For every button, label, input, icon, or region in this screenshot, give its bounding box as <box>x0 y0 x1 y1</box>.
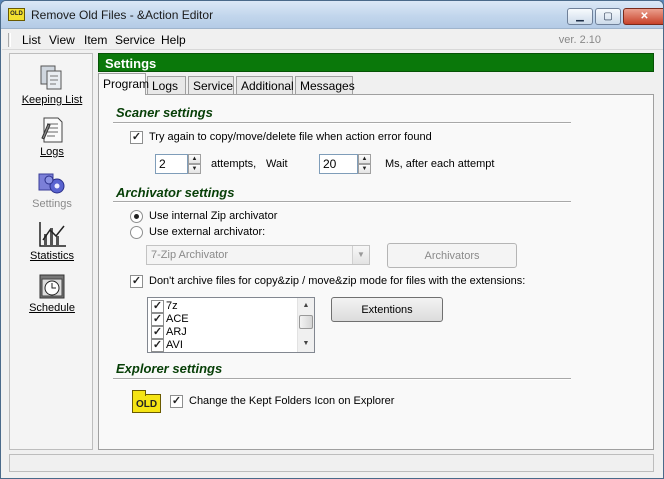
scroll-up-icon[interactable]: ▲ <box>298 298 314 314</box>
wait-input[interactable]: 20 <box>319 154 358 174</box>
sidebar-label-schedule: Schedule <box>29 302 75 314</box>
app-window: OLD Remove Old Files - &Action Editor ▁ … <box>0 0 664 479</box>
external-archivator-label: Use external archivator: <box>149 226 266 238</box>
old-folder-icon: OLD <box>132 390 161 413</box>
menu-bar: List View Item Service Help ver. 2.10 <box>2 30 663 50</box>
program-tab-panel: Scaner settings ✓ Try again to copy/move… <box>98 94 654 450</box>
tab-strip: Program Logs Service Additional Messages <box>98 73 654 95</box>
extension-checkbox[interactable]: ✓ <box>151 339 164 352</box>
extension-checkbox[interactable]: ✓ <box>151 326 164 339</box>
extension-label: 7z <box>166 300 178 312</box>
sidebar-label-logs: Logs <box>40 146 64 158</box>
title-bar[interactable]: OLD Remove Old Files - &Action Editor ▁ … <box>1 1 663 29</box>
wait-suffix-label: Ms, after each attempt <box>385 158 495 170</box>
sidebar-item-keeping-list[interactable]: Keeping List <box>10 60 94 112</box>
extension-label: AVI <box>166 339 183 351</box>
list-item[interactable]: ✓ ACE <box>151 313 291 326</box>
extensions-list[interactable]: ✓ 7z ✓ ACE ✓ ARJ ✓ AVI ▲ ▼ <box>147 297 315 353</box>
retry-label: Try again to copy/move/delete file when … <box>149 131 432 143</box>
attempts-label: attempts, <box>211 158 257 170</box>
extension-checkbox[interactable]: ✓ <box>151 313 164 326</box>
menu-list[interactable]: List <box>22 33 41 47</box>
sidebar-item-schedule[interactable]: Schedule <box>10 268 94 320</box>
archivator-settings-title: Archivator settings <box>116 185 235 200</box>
external-archivator-select[interactable]: 7-Zip Archivator ▼ <box>146 245 370 265</box>
clock-calendar-icon <box>36 272 68 300</box>
spin-up-icon[interactable]: ▲ <box>188 154 201 164</box>
scroll-down-icon[interactable]: ▼ <box>298 336 314 352</box>
explorer-settings-title: Explorer settings <box>116 361 223 376</box>
extension-label: ACE <box>166 313 189 325</box>
spin-down-icon[interactable]: ▼ <box>188 164 201 174</box>
settings-header: Settings <box>98 53 654 72</box>
extensions-scrollbar[interactable]: ▲ ▼ <box>297 298 314 352</box>
spin-up-icon[interactable]: ▲ <box>358 154 371 164</box>
status-bar <box>9 454 654 472</box>
external-archivator-value: 7-Zip Archivator <box>151 249 229 261</box>
log-document-icon <box>36 116 68 144</box>
sidebar-label-settings: Settings <box>32 198 72 210</box>
archivator-divider <box>113 201 571 203</box>
tab-additional[interactable]: Additional <box>236 76 294 95</box>
window-title: Remove Old Files - &Action Editor <box>31 8 214 22</box>
app-icon: OLD <box>8 8 25 21</box>
sidebar: Keeping List Logs Settings Statistics Sc… <box>9 53 93 450</box>
gears-icon <box>36 168 68 196</box>
spin-down-icon[interactable]: ▼ <box>358 164 371 174</box>
archivators-button[interactable]: Archivators <box>387 243 517 268</box>
extension-checkbox[interactable]: ✓ <box>151 300 164 313</box>
menu-view[interactable]: View <box>49 33 75 47</box>
retry-checkbox[interactable]: ✓ <box>130 131 143 144</box>
list-item[interactable]: ✓ 7z <box>151 300 291 313</box>
menu-item[interactable]: Item <box>84 33 107 47</box>
tab-program[interactable]: Program <box>98 73 149 95</box>
menu-grip <box>8 33 11 47</box>
tab-messages[interactable]: Messages <box>295 76 355 95</box>
list-item[interactable]: ✓ AVI <box>151 339 291 352</box>
extentions-button[interactable]: Extentions <box>331 297 443 322</box>
scrollbar-thumb[interactable] <box>299 315 313 329</box>
explorer-divider <box>113 378 571 380</box>
scaner-divider <box>113 122 571 124</box>
change-icon-label: Change the Kept Folders Icon on Explorer <box>189 395 395 407</box>
change-icon-checkbox[interactable]: ✓ <box>170 395 183 408</box>
wait-label: Wait <box>266 158 288 170</box>
scaner-settings-title: Scaner settings <box>116 105 213 120</box>
copy-files-icon <box>36 64 68 92</box>
attempts-spinner[interactable]: ▲ ▼ <box>188 154 201 174</box>
dont-archive-label: Don't archive files for copy&zip / move&… <box>149 275 526 287</box>
maximize-button[interactable]: ▢ <box>595 8 621 25</box>
internal-zip-radio[interactable] <box>130 210 143 223</box>
list-item[interactable]: ✓ ARJ <box>151 326 291 339</box>
sidebar-item-settings[interactable]: Settings <box>10 164 94 216</box>
dont-archive-checkbox[interactable]: ✓ <box>130 275 143 288</box>
internal-zip-label: Use internal Zip archivator <box>149 210 278 222</box>
chart-icon <box>36 220 68 248</box>
attempts-input[interactable]: 2 <box>155 154 188 174</box>
external-archivator-radio[interactable] <box>130 226 143 239</box>
tab-logs[interactable]: Logs <box>147 76 186 95</box>
sidebar-item-logs[interactable]: Logs <box>10 112 94 164</box>
chevron-down-icon[interactable]: ▼ <box>352 246 369 264</box>
tab-service[interactable]: Service <box>188 76 234 95</box>
menu-help[interactable]: Help <box>161 33 186 47</box>
sidebar-label-statistics: Statistics <box>29 250 74 262</box>
minimize-button[interactable]: ▁ <box>567 8 593 25</box>
extension-label: ARJ <box>166 326 187 338</box>
wait-spinner[interactable]: ▲ ▼ <box>358 154 371 174</box>
sidebar-label-keeping-list: Keeping List <box>21 94 83 106</box>
menu-service[interactable]: Service <box>115 33 155 47</box>
version-label: ver. 2.10 <box>558 34 601 46</box>
close-button[interactable]: ✕ <box>623 8 663 25</box>
sidebar-item-statistics[interactable]: Statistics <box>10 216 94 268</box>
